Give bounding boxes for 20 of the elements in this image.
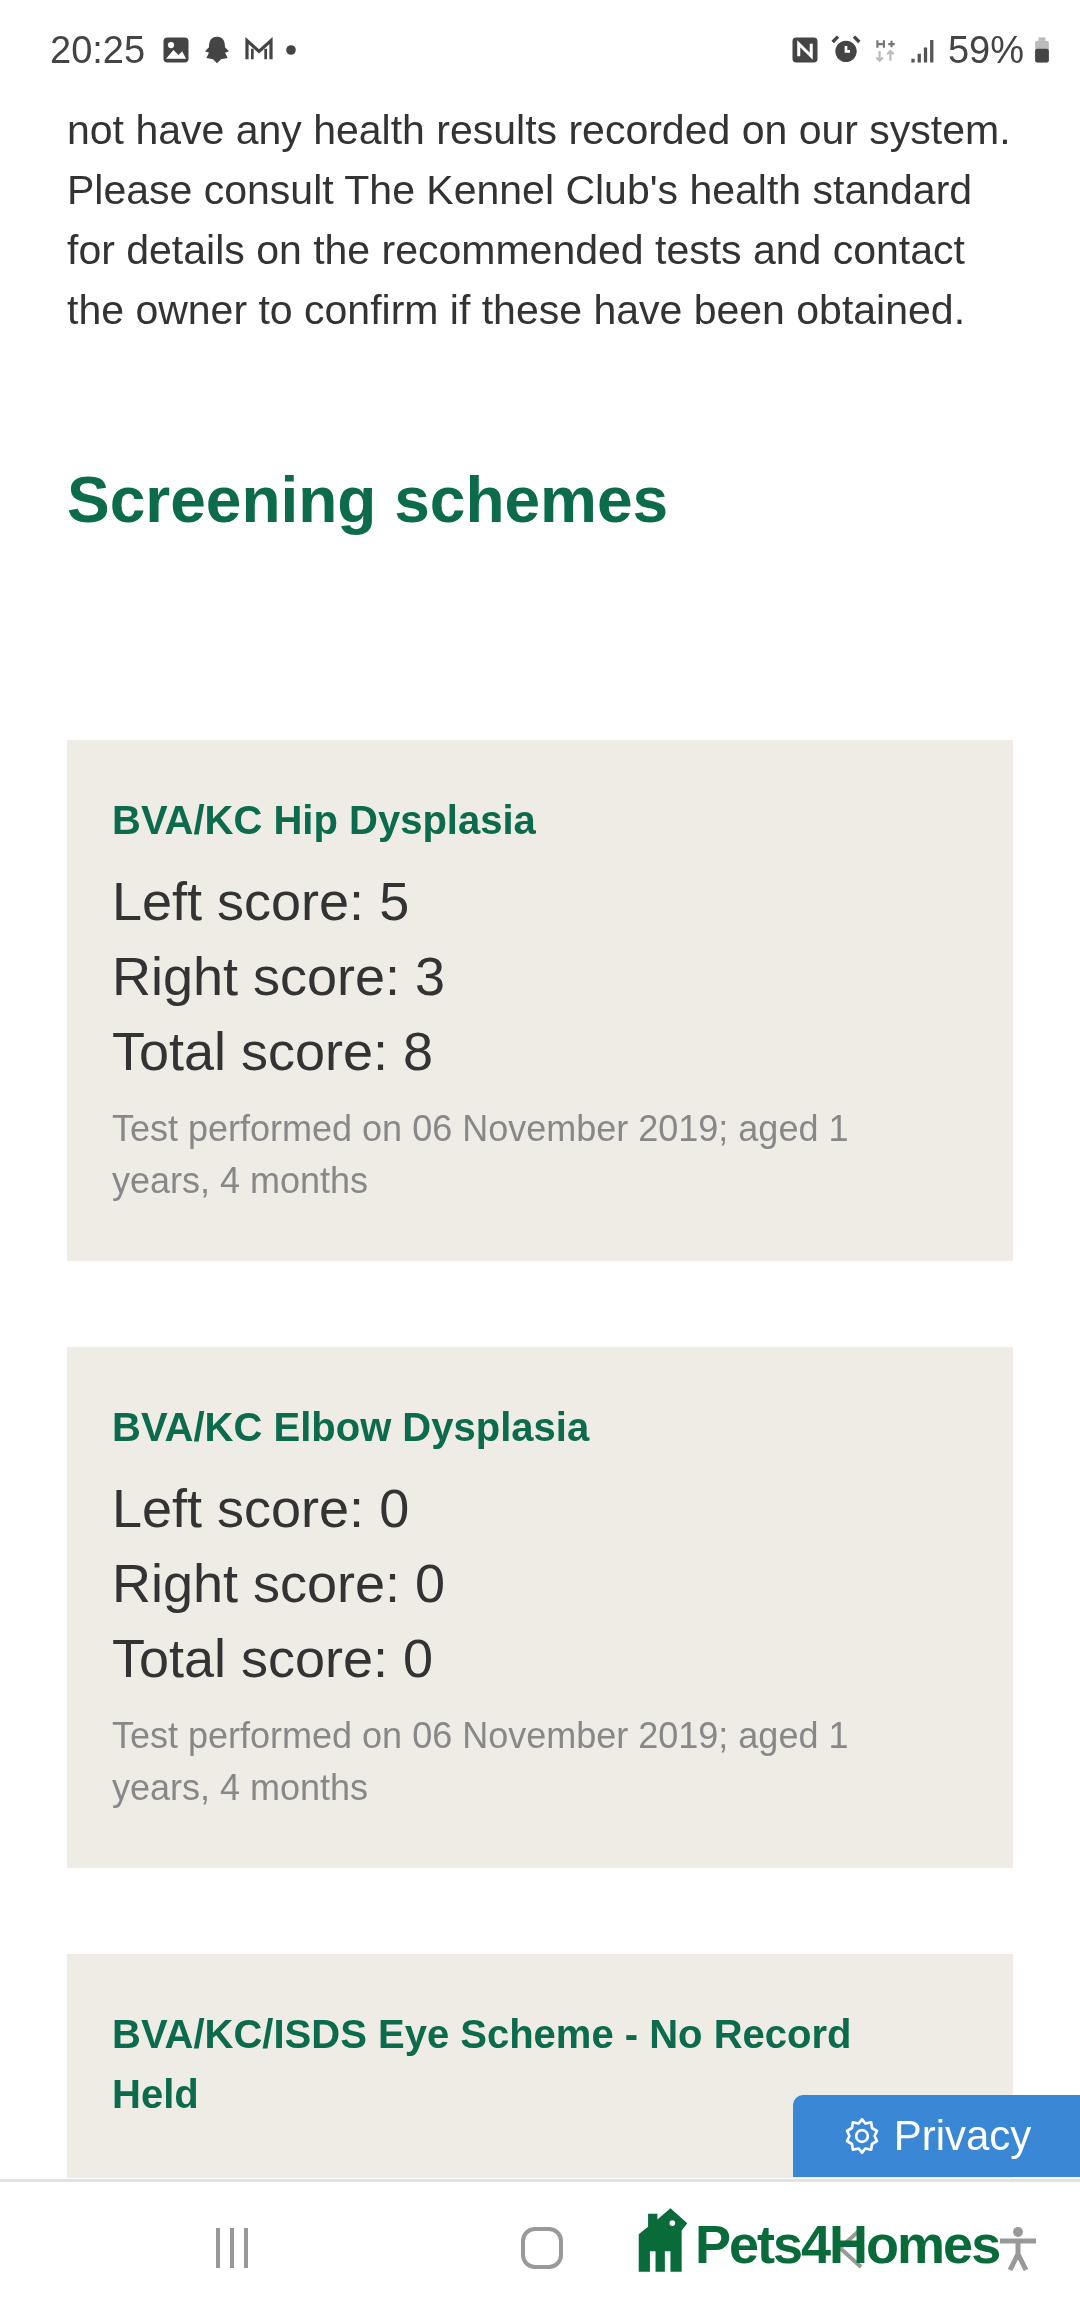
battery-percentage: 59% [947, 28, 1024, 72]
privacy-button[interactable]: Privacy [793, 2095, 1080, 2177]
battery-icon [1034, 35, 1050, 65]
scheme-title: BVA/KC Hip Dysplasia [112, 797, 537, 844]
score-line: Total score: 0 [112, 1627, 435, 1690]
scheme-title: BVA/KC Elbow Dysplasia [112, 1404, 591, 1451]
score-line: Right score: 0 [112, 1552, 447, 1615]
home-icon[interactable] [520, 2226, 564, 2270]
score-line: Left score: 5 [112, 870, 411, 933]
gallery-icon [161, 35, 192, 65]
section-heading: Screening schemes [67, 463, 670, 538]
score-line: Total score: 8 [112, 1020, 435, 1083]
dot-icon [285, 44, 298, 56]
status-time: 20:25 [50, 28, 146, 72]
score-line: Left score: 0 [112, 1477, 411, 1540]
notice-paragraph: not have any health results recorded on our system. Please consult The Kennel Club's health standard for details on the recommended tests and contact the owner to confirm if these have been obtained. [67, 106, 1012, 335]
test-note: Test performed on 06 November 2019; aged 1 years, 4 months [112, 1107, 850, 1203]
score-line: Right score: 3 [112, 945, 447, 1008]
test-note: Test performed on 06 November 2019; aged 1 years, 4 months [112, 1714, 850, 1810]
pets4homes-logo[interactable]: Pets4Homes [635, 2206, 1000, 2272]
